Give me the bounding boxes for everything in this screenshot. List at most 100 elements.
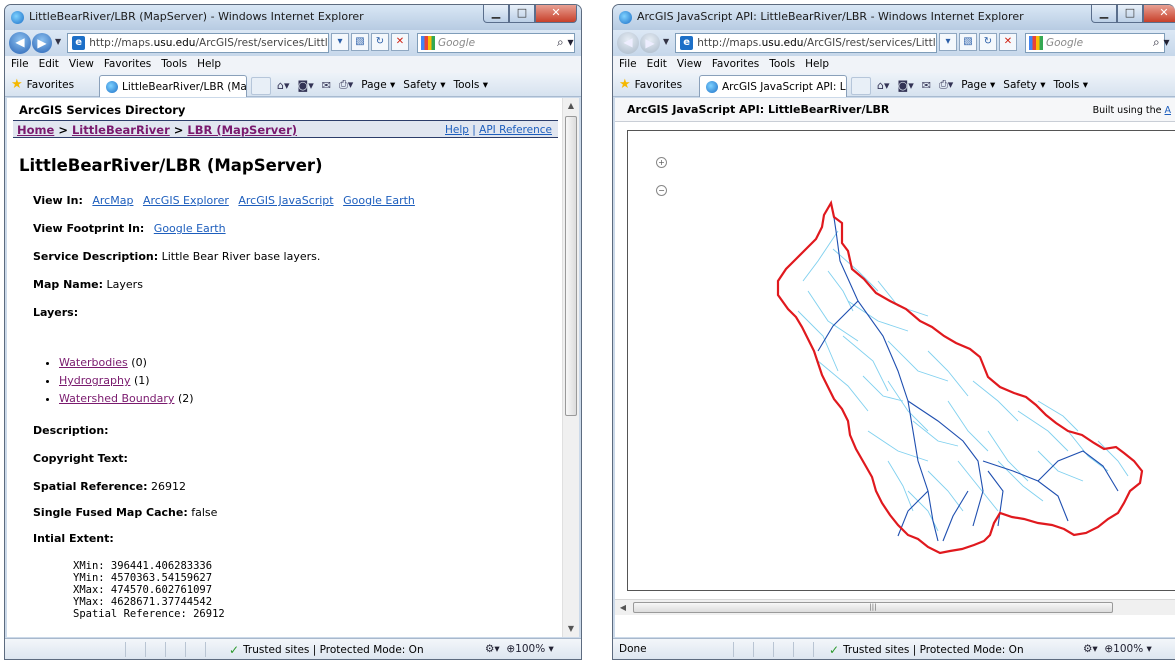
close-button[interactable]: ✕ <box>1143 5 1175 23</box>
menu-help[interactable]: Help <box>197 56 221 73</box>
vertical-scrollbar[interactable]: ▲ ▼ <box>562 98 579 637</box>
ie-icon <box>619 11 632 24</box>
layer-watershed-boundary-link[interactable]: Watershed Boundary <box>59 392 174 405</box>
menu-bar: File Edit View Favorites Tools Help <box>5 56 581 73</box>
api-link[interactable]: A <box>1165 105 1172 116</box>
crumb-home-link[interactable]: Home <box>17 123 54 137</box>
refresh-icon[interactable]: ↻ <box>371 33 389 51</box>
search-icon[interactable]: ⌕ ▾ <box>1153 35 1170 50</box>
mail-icon[interactable]: ✉ <box>322 79 331 92</box>
menu-edit[interactable]: Edit <box>39 56 59 73</box>
view-in-arcgis-javascript-link[interactable]: ArcGIS JavaScript <box>238 194 333 207</box>
page-menu[interactable]: Page ▾ <box>961 79 995 91</box>
browser-tab[interactable]: LittleBearRiver/LBR (Ma... <box>99 75 247 97</box>
minimize-button[interactable]: ▁ <box>483 5 509 23</box>
star-icon: ★ <box>11 77 23 92</box>
menu-edit[interactable]: Edit <box>647 56 667 73</box>
favorites-button[interactable]: ★ Favorites <box>11 77 74 92</box>
title-bar[interactable]: ArcGIS JavaScript API: LittleBearRiver/L… <box>613 5 1175 30</box>
print-icon[interactable]: ⎙▾ <box>339 78 353 92</box>
map-view[interactable]: + − <box>627 130 1175 591</box>
stop-icon[interactable]: ✕ <box>999 33 1017 51</box>
list-item: Watershed Boundary (2) <box>59 390 194 408</box>
print-icon[interactable]: ⎙▾ <box>939 78 953 92</box>
scroll-thumb[interactable]: ||| <box>633 602 1113 613</box>
footprint-google-earth-link[interactable]: Google Earth <box>154 222 226 235</box>
menu-file[interactable]: File <box>11 56 29 73</box>
mail-icon[interactable]: ✉ <box>922 79 931 92</box>
forward-button[interactable]: ▶ <box>32 33 52 53</box>
api-reference-link[interactable]: API Reference <box>479 124 552 136</box>
refresh-icon[interactable]: ↻ <box>979 33 997 51</box>
page-menu[interactable]: Page ▾ <box>361 79 395 91</box>
menu-tools[interactable]: Tools <box>161 56 187 73</box>
status-text: Done <box>619 643 647 655</box>
tools-menu[interactable]: Tools ▾ <box>454 79 488 91</box>
menu-bar: File Edit View Favorites Tools Help <box>613 56 1175 73</box>
security-zone[interactable]: ✓ Trusted sites | Protected Mode: On <box>829 643 1024 657</box>
view-in-arcmap-link[interactable]: ArcMap <box>92 194 133 207</box>
menu-view[interactable]: View <box>69 56 94 73</box>
layer-hydrography-link[interactable]: Hydrography <box>59 374 130 387</box>
address-input[interactable]: e http://maps.usu.edu/ArcGIS/rest/servic… <box>67 33 329 53</box>
compatibility-view-icon[interactable]: ▧ <box>351 33 369 51</box>
view-in-arcgis-explorer-link[interactable]: ArcGIS Explorer <box>143 194 229 207</box>
home-icon[interactable]: ⌂▾ <box>277 79 290 92</box>
initial-extent-values: XMin: 396441.406283336 YMin: 4570363.5415… <box>73 560 225 620</box>
zoom-level[interactable]: ⚙▾ ⊕100% ▾ <box>485 643 554 655</box>
maximize-button[interactable]: □ <box>1117 5 1143 23</box>
history-dropdown-icon[interactable]: ▼ <box>55 37 61 46</box>
address-dropdown-icon[interactable]: ▾ <box>331 33 349 51</box>
minimize-button[interactable]: ▁ <box>1091 5 1117 23</box>
menu-file[interactable]: File <box>619 56 637 73</box>
menu-tools[interactable]: Tools <box>769 56 795 73</box>
app-header: ArcGIS JavaScript API: LittleBearRiver/L… <box>615 98 1175 122</box>
address-dropdown-icon[interactable]: ▾ <box>939 33 957 51</box>
maximize-button[interactable]: □ <box>509 5 535 23</box>
safety-menu[interactable]: Safety ▾ <box>1003 79 1045 91</box>
app-title: ArcGIS JavaScript API: LittleBearRiver/L… <box>627 103 890 116</box>
watershed-boundary <box>776 199 1144 555</box>
search-input[interactable]: Google <box>1025 33 1165 53</box>
feeds-icon[interactable]: ◙▾ <box>298 79 314 92</box>
back-button[interactable]: ◀ <box>9 32 31 54</box>
address-input[interactable]: e http://maps.usu.edu/ArcGIS/rest/servic… <box>675 33 937 53</box>
compatibility-view-icon[interactable]: ▧ <box>959 33 977 51</box>
tools-menu[interactable]: Tools ▾ <box>1054 79 1088 91</box>
search-icon[interactable]: ⌕ ▾ <box>557 35 574 50</box>
close-button[interactable]: ✕ <box>535 5 577 23</box>
new-tab-button[interactable] <box>251 77 271 95</box>
menu-favorites[interactable]: Favorites <box>712 56 759 73</box>
browser-tab[interactable]: ArcGIS JavaScript API: Li... <box>699 75 847 97</box>
help-link[interactable]: Help <box>445 124 469 136</box>
new-tab-button[interactable] <box>851 77 871 95</box>
history-dropdown-icon[interactable]: ▼ <box>663 37 669 46</box>
menu-favorites[interactable]: Favorites <box>104 56 151 73</box>
scroll-down-icon[interactable]: ▼ <box>563 621 579 637</box>
view-in-google-earth-link[interactable]: Google Earth <box>343 194 415 207</box>
favorites-button[interactable]: ★ Favorites <box>619 77 682 92</box>
crumb-folder-link[interactable]: LittleBearRiver <box>72 123 170 137</box>
scroll-up-icon[interactable]: ▲ <box>563 98 579 114</box>
zoom-level[interactable]: ⚙▾ ⊕100% ▾ <box>1083 643 1152 655</box>
menu-view[interactable]: View <box>677 56 702 73</box>
home-icon[interactable]: ⌂▾ <box>877 79 890 92</box>
scroll-thumb[interactable] <box>565 116 577 416</box>
back-button[interactable]: ◀ <box>617 32 639 54</box>
safety-menu[interactable]: Safety ▾ <box>403 79 445 91</box>
layer-waterbodies-link[interactable]: Waterbodies <box>59 356 128 369</box>
search-input[interactable]: Google <box>417 33 575 53</box>
hydrography-minor-streams <box>797 230 1129 532</box>
title-bar[interactable]: LittleBearRiver/LBR (MapServer) - Window… <box>5 5 581 30</box>
feeds-icon[interactable]: ◙▾ <box>898 79 914 92</box>
scroll-left-icon[interactable]: ◀ <box>615 600 631 616</box>
stop-icon[interactable]: ✕ <box>391 33 409 51</box>
security-zone[interactable]: ✓ Trusted sites | Protected Mode: On <box>229 643 424 657</box>
crumb-service-link[interactable]: LBR (MapServer) <box>187 123 297 137</box>
menu-help[interactable]: Help <box>805 56 829 73</box>
favorites-bar: ★ Favorites ArcGIS JavaScript API: Li...… <box>613 73 1175 97</box>
horizontal-scrollbar[interactable]: ◀ ||| <box>615 599 1175 615</box>
star-icon: ★ <box>619 77 631 92</box>
view-footprint-row: View Footprint In: Google Earth <box>33 222 226 235</box>
forward-button[interactable]: ▶ <box>640 33 660 53</box>
